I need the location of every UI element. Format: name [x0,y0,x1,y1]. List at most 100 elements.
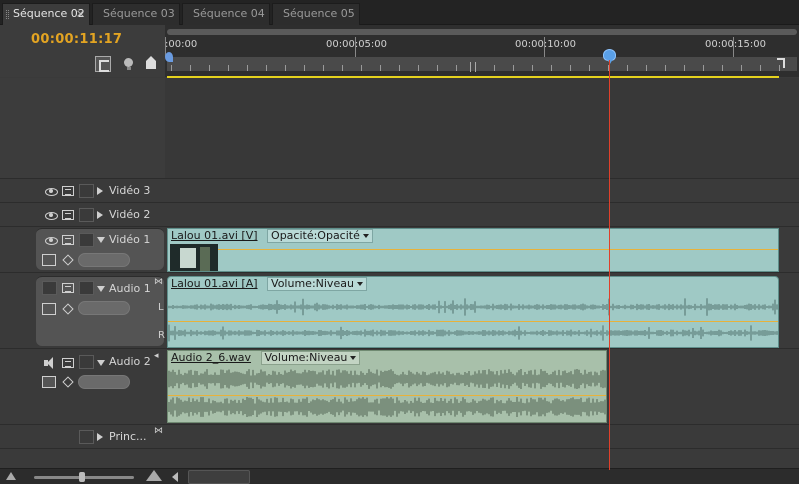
tab-bar: Séquence 02 × Séquence 03 Séquence 04 Sé… [0,0,799,25]
zoom-slider-thumb[interactable] [79,472,85,482]
close-icon[interactable]: × [76,4,85,24]
work-area-handle[interactable] [470,62,476,72]
minor-tick [247,65,248,71]
keyframe-icon[interactable] [62,376,74,388]
track-video-3[interactable] [165,178,799,202]
keyframe-nav[interactable] [78,253,130,267]
minor-tick [532,65,533,71]
sequence-end-marker[interactable] [777,58,785,68]
minor-tick [513,65,514,71]
minor-tick [285,65,286,71]
lock-toggle[interactable] [79,233,94,247]
minor-tick [228,65,229,71]
track-video-1[interactable]: Lalou 01.avi [V] Opacité:Opacité [165,226,799,272]
chevron-down-icon [356,282,363,286]
eye-icon[interactable] [44,210,58,220]
effect-dropdown[interactable]: Opacité:Opacité [267,229,373,243]
horizontal-scrollbar-thumb[interactable] [188,470,250,484]
track-master[interactable] [165,424,799,448]
lock-toggle[interactable] [79,184,94,198]
tab-sequence-02[interactable]: Séquence 02 × [2,3,90,25]
tab-sequence-05[interactable]: Séquence 05 [272,3,360,25]
effect-dropdown[interactable]: Volume:Niveau [267,277,367,291]
track-header-audio-1[interactable]: Audio 1 [36,276,164,346]
film-icon[interactable] [62,283,74,293]
track-video-2[interactable] [165,202,799,226]
track-header-video-1[interactable]: Vidéo 1 [36,228,164,270]
lock-toggle[interactable] [79,430,94,444]
opacity-rubber-band[interactable] [218,249,778,250]
lightbulb-icon[interactable] [121,56,137,72]
zoom-in-icon[interactable] [146,470,162,481]
eye-icon[interactable] [44,235,58,245]
keyframe-icon[interactable] [62,303,74,315]
waveform-display-icon[interactable] [42,376,56,388]
time-ruler[interactable]: :00:00 00:00:05:00 00:00:10:00 00:00:15:… [165,25,799,77]
eye-icon[interactable] [44,186,58,196]
film-icon[interactable] [62,235,74,245]
current-timecode[interactable]: 00:00:11:17 [31,32,122,47]
expand-triangle-icon[interactable] [97,187,103,195]
clip-name[interactable]: Audio 2_6.wav [171,351,251,364]
minor-tick [722,65,723,71]
minor-tick [342,65,343,71]
effect-label: Volume:Niveau [264,351,348,364]
audio-clip[interactable]: Lalou 01.avi [A] Volume:Niveau [167,276,779,348]
clip-header: Lalou 01.avi [V] Opacité:Opacité [168,229,373,244]
track-audio-1[interactable]: Lalou 01.avi [A] Volume:Niveau [165,272,799,348]
track-name: Audio 2 [109,355,151,368]
keyframe-icon[interactable] [62,254,74,266]
major-tick [733,37,734,57]
track-header-audio-2[interactable]: Audio 2 ◂ [0,348,165,424]
scroll-left-icon[interactable] [172,472,178,482]
lock-toggle[interactable] [79,355,94,369]
sequence-start-marker[interactable] [165,52,173,62]
clip-name[interactable]: Lalou 01.avi [A] [171,277,258,290]
panel-grip-icon[interactable] [6,10,9,19]
keyframe-nav[interactable] [78,375,130,389]
minor-tick [190,65,191,71]
expand-triangle-icon[interactable] [97,211,103,219]
snap-icon[interactable] [95,56,111,72]
speaker-icon[interactable] [44,357,58,369]
track-header-video-3[interactable]: Vidéo 3 [0,178,165,202]
audio-clip[interactable]: Audio 2_6.wav Volume:Niveau [167,350,607,423]
minor-tick [323,65,324,71]
channel-left-label: L [158,302,164,313]
minor-tick [494,65,495,71]
minor-tick [703,65,704,71]
zoom-scroll-strip[interactable] [167,29,797,35]
track-audio-2[interactable]: Audio 2_6.wav Volume:Niveau [165,348,799,424]
tab-sequence-04[interactable]: Séquence 04 [182,3,270,25]
playhead-line[interactable] [609,60,610,470]
track-header-video-2[interactable]: Vidéo 2 [0,202,165,226]
collapse-triangle-icon[interactable] [97,237,105,243]
volume-rubber-band[interactable] [168,321,778,322]
collapse-triangle-icon[interactable] [97,286,105,292]
film-icon[interactable] [62,210,74,220]
track-name: Vidéo 3 [109,184,151,197]
video-clip[interactable]: Lalou 01.avi [V] Opacité:Opacité [167,228,779,272]
ruler-label: 00:00:10:00 [515,39,577,50]
volume-rubber-band[interactable] [168,395,606,396]
film-icon[interactable] [62,358,74,368]
effect-dropdown[interactable]: Volume:Niveau [260,351,361,365]
collapse-triangle-icon[interactable] [97,360,105,366]
track-header-master[interactable]: Princ... ⋈ [0,424,165,448]
expand-triangle-icon[interactable] [97,433,103,441]
film-icon[interactable] [62,186,74,196]
clip-name[interactable]: Lalou 01.avi [V] [171,229,258,242]
tab-sequence-03[interactable]: Séquence 03 [92,3,180,25]
lock-toggle[interactable] [79,281,94,295]
set-marker-icon[interactable] [144,56,160,72]
lock-toggle[interactable] [79,208,94,222]
effect-label: Opacité:Opacité [271,229,360,242]
tab-label: Séquence 05 [283,7,355,20]
mute-toggle[interactable] [42,281,57,295]
clip-header: Lalou 01.avi [A] Volume:Niveau [168,277,367,292]
display-style-icon[interactable] [42,254,56,266]
sync-marker-icon: ⋈ [154,426,163,436]
keyframe-nav[interactable] [78,301,130,315]
waveform-display-icon[interactable] [42,303,56,315]
zoom-out-icon[interactable] [6,472,16,480]
